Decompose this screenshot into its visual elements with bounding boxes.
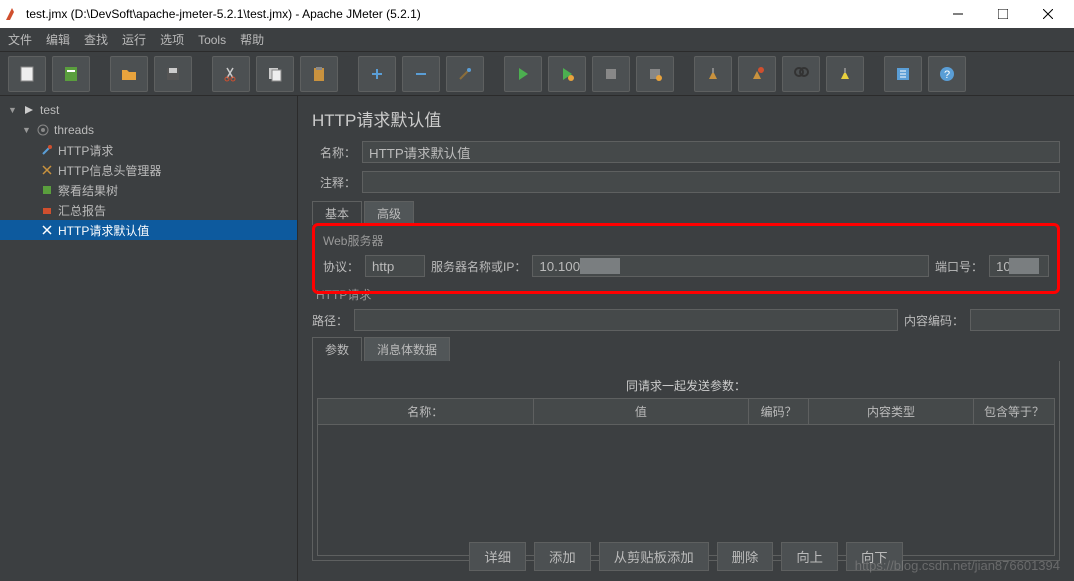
open-button[interactable] bbox=[110, 56, 148, 92]
tree-item-label: HTTP请求默认值 bbox=[58, 222, 149, 239]
up-button[interactable]: 向上 bbox=[781, 542, 838, 571]
app-icon bbox=[4, 6, 20, 22]
tab-basic[interactable]: 基本 bbox=[312, 201, 362, 225]
comment-input[interactable] bbox=[362, 171, 1060, 193]
tree-item-label: HTTP信息头管理器 bbox=[58, 162, 161, 179]
start-button[interactable] bbox=[504, 56, 542, 92]
tree-root-label: test bbox=[40, 103, 59, 117]
col-name[interactable]: 名称： bbox=[318, 399, 534, 424]
add-button[interactable]: 添加 bbox=[534, 542, 591, 571]
tab-strip: 基本 高级 bbox=[312, 201, 1060, 225]
start-no-pause-button[interactable] bbox=[548, 56, 586, 92]
tab-body-data[interactable]: 消息体数据 bbox=[364, 337, 450, 361]
server-label: 服务器名称或IP： bbox=[431, 258, 526, 275]
listener-icon bbox=[40, 183, 54, 197]
tree-item-label: HTTP请求 bbox=[58, 142, 113, 159]
name-label: 名称： bbox=[312, 144, 362, 161]
params-table-body[interactable] bbox=[318, 425, 1054, 555]
tree-item-label: 察看结果树 bbox=[58, 182, 118, 199]
tree-threads-label: threads bbox=[54, 123, 94, 137]
web-server-highlight: Web服务器 协议： 服务器名称或IP： 端口号： bbox=[312, 223, 1060, 294]
menu-help[interactable]: 帮助 bbox=[240, 31, 264, 48]
close-button[interactable] bbox=[1025, 0, 1070, 28]
toggle-button[interactable] bbox=[446, 56, 484, 92]
tree-http-defaults[interactable]: HTTP请求默认值 bbox=[0, 220, 297, 240]
minimize-button[interactable] bbox=[935, 0, 980, 28]
help-button[interactable]: ? bbox=[928, 56, 966, 92]
shutdown-button[interactable] bbox=[636, 56, 674, 92]
collapse-button[interactable] bbox=[402, 56, 440, 92]
toolbar: ? bbox=[0, 52, 1074, 96]
port-label: 端口号： bbox=[935, 258, 983, 275]
path-label: 路径： bbox=[312, 312, 348, 329]
col-value[interactable]: 值 bbox=[534, 399, 750, 424]
copy-button[interactable] bbox=[256, 56, 294, 92]
params-section-title: 同请求一起发送参数： bbox=[317, 377, 1055, 394]
tree-http-request[interactable]: HTTP请求 bbox=[0, 140, 297, 160]
tree-toggle-icon[interactable]: ▼ bbox=[22, 125, 32, 135]
web-server-legend: Web服务器 bbox=[323, 232, 1049, 249]
cut-button[interactable] bbox=[212, 56, 250, 92]
tree-threads[interactable]: ▼ threads bbox=[0, 120, 297, 140]
detail-button[interactable]: 详细 bbox=[469, 542, 526, 571]
name-input[interactable] bbox=[362, 141, 1060, 163]
tree-panel: ▼ test ▼ threads HTTP请求 HTTP信息头管理器 察看结果树… bbox=[0, 96, 298, 581]
form-panel: HTTP请求默认值 名称： 注释： 基本 高级 Web服务器 协议： 服务器名称… bbox=[298, 96, 1074, 581]
testplan-icon bbox=[22, 103, 36, 117]
col-encode[interactable]: 编码？ bbox=[749, 399, 809, 424]
function-helper-button[interactable] bbox=[884, 56, 922, 92]
page-title: HTTP请求默认值 bbox=[312, 106, 1060, 131]
tree-header-manager[interactable]: HTTP信息头管理器 bbox=[0, 160, 297, 180]
tree-root[interactable]: ▼ test bbox=[0, 100, 297, 120]
new-button[interactable] bbox=[8, 56, 46, 92]
config-icon bbox=[40, 223, 54, 237]
paste-button[interactable] bbox=[300, 56, 338, 92]
maximize-button[interactable] bbox=[980, 0, 1025, 28]
tree-item-label: 汇总报告 bbox=[58, 202, 106, 219]
path-input[interactable] bbox=[354, 309, 898, 331]
col-include-equals[interactable]: 包含等于？ bbox=[974, 399, 1054, 424]
encoding-input[interactable] bbox=[970, 309, 1060, 331]
reset-search-button[interactable] bbox=[826, 56, 864, 92]
tree-view-results[interactable]: 察看结果树 bbox=[0, 180, 297, 200]
menu-search[interactable]: 查找 bbox=[84, 31, 108, 48]
svg-text:?: ? bbox=[944, 69, 950, 81]
encoding-label: 内容编码： bbox=[904, 312, 964, 329]
delete-button[interactable]: 删除 bbox=[717, 542, 774, 571]
tree-toggle-icon[interactable]: ▼ bbox=[8, 105, 18, 115]
tab-advanced[interactable]: 高级 bbox=[364, 201, 414, 225]
menu-tools[interactable]: Tools bbox=[198, 33, 226, 47]
protocol-label: 协议： bbox=[323, 258, 359, 275]
comment-label: 注释： bbox=[312, 174, 362, 191]
button-row: 详细 添加 从剪贴板添加 删除 向上 向下 bbox=[298, 542, 1074, 571]
from-clipboard-button[interactable]: 从剪贴板添加 bbox=[599, 542, 709, 571]
menu-file[interactable]: 文件 bbox=[8, 31, 32, 48]
config-icon bbox=[40, 163, 54, 177]
threadgroup-icon bbox=[36, 123, 50, 137]
stop-button[interactable] bbox=[592, 56, 630, 92]
menu-edit[interactable]: 编辑 bbox=[46, 31, 70, 48]
down-button[interactable]: 向下 bbox=[846, 542, 903, 571]
expand-button[interactable] bbox=[358, 56, 396, 92]
params-table: 名称： 值 编码？ 内容类型 包含等于？ bbox=[317, 398, 1055, 556]
window-title: test.jmx (D:\DevSoft\apache-jmeter-5.2.1… bbox=[26, 7, 935, 21]
clear-all-button[interactable] bbox=[738, 56, 776, 92]
menu-options[interactable]: 选项 bbox=[160, 31, 184, 48]
clear-button[interactable] bbox=[694, 56, 732, 92]
protocol-input[interactable] bbox=[365, 255, 425, 277]
col-content-type[interactable]: 内容类型 bbox=[809, 399, 974, 424]
menu-run[interactable]: 运行 bbox=[122, 31, 146, 48]
search-button[interactable] bbox=[782, 56, 820, 92]
tab-parameters[interactable]: 参数 bbox=[312, 337, 362, 361]
report-icon bbox=[40, 203, 54, 217]
window-titlebar: test.jmx (D:\DevSoft\apache-jmeter-5.2.1… bbox=[0, 0, 1074, 28]
menubar: 文件 编辑 查找 运行 选项 Tools 帮助 bbox=[0, 28, 1074, 52]
tree-summary-report[interactable]: 汇总报告 bbox=[0, 200, 297, 220]
templates-button[interactable] bbox=[52, 56, 90, 92]
sampler-icon bbox=[40, 143, 54, 157]
save-button[interactable] bbox=[154, 56, 192, 92]
